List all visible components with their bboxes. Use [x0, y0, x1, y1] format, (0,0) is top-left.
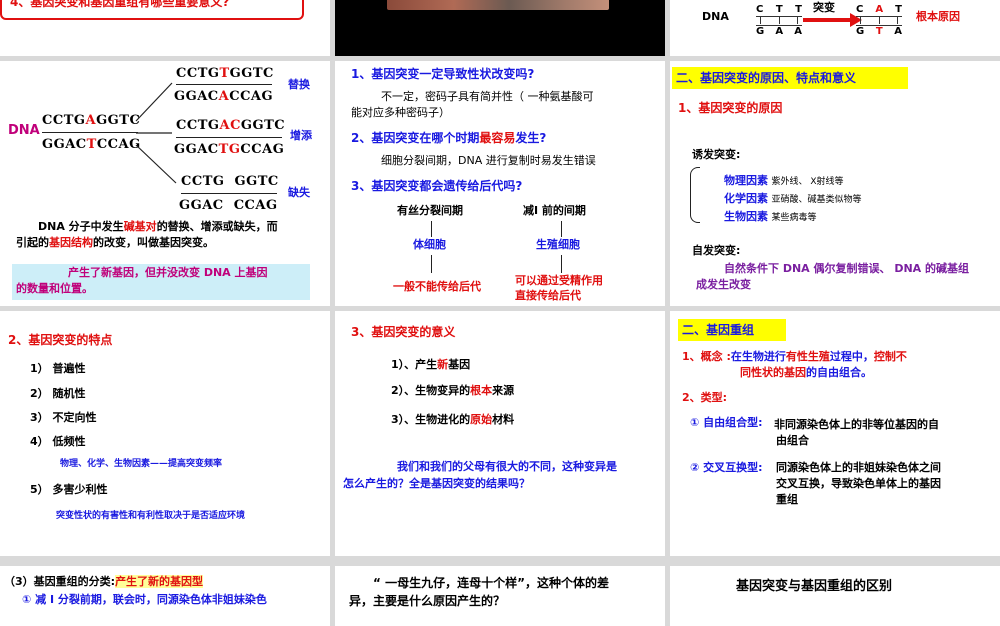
slide-4-substitution-label: 替换 [288, 78, 310, 91]
slide-9-type-2-line-1: 同源染色体上的非姐妹染色体之间 [776, 461, 941, 474]
slide-7-feature-5: 5） 多害少利性 [30, 483, 108, 496]
slide-8-title: 3、基因突变的意义 [351, 325, 456, 339]
slide-5-inherited-line-1: 可以通过受精作用 [515, 274, 603, 287]
slide-5-answer-1-line-1: 不一定，密码子具有简并性（ 一种氨基酸可 [381, 90, 594, 103]
slide-4-addition-divider [176, 137, 282, 138]
slide-10-line-2: ① 减 Ⅰ 分裂前期，联会时，同源染色体非姐妹染色 [22, 593, 267, 606]
slide-5-meiosis-interphase: 减Ⅰ 前的间期 [523, 204, 586, 217]
slide-5-answer-2: 细胞分裂间期，DNA 进行复制时易发生错误 [381, 154, 596, 167]
slide-4-deletion-label: 缺失 [288, 186, 310, 199]
slide-9-types-label: 2、类型: [682, 391, 728, 404]
slide-2-photo [387, 0, 609, 10]
slide-5-germ-cell: 生殖细胞 [536, 238, 580, 251]
slide-5-question-2: 2、基因突变在哪个时期最容易发生? [351, 131, 547, 145]
slide-4-deletion-divider [181, 193, 277, 194]
slide-4-deletion-top: CCTG GGTC [181, 174, 279, 189]
slide-4-definition-line-1: DNA 分子中发生碱基对的替换、增添或缺失，而 [38, 220, 278, 233]
slide-6-biological: 生物因素 某些病毒等 [724, 210, 817, 223]
slide-4-dna-label: DNA [8, 123, 40, 138]
slide-thumb-5[interactable]: 1、基因突变一定导致性状改变吗? 不一定，密码子具有简并性（ 一种氨基酸可 能对… [335, 61, 665, 306]
slide-5-not-inherited: 一般不能传给后代 [393, 280, 481, 293]
slide-5-somatic-cell: 体细胞 [413, 238, 446, 251]
slide-7-feature-5-note: 突变性状的有害性和有利性取决于是否适应环境 [56, 511, 246, 521]
slide-5-question-3: 3、基因突变都会遗传给后代吗? [351, 179, 523, 193]
slide-5-answer-1-line-2: 能对应多种密码子） [351, 106, 450, 119]
slide-3-arrow-label: 突变 [813, 1, 835, 14]
slide-thumb-4[interactable]: DNA CCTGAGGTC GGACTCCAG CCTGTGGTC GGACAC… [0, 61, 330, 306]
slide-8-meaning-2: 2）、生物变异的根本来源 [391, 384, 515, 397]
slide-7-title: 2、基因突变的特点 [8, 333, 113, 347]
slide-9-type-1-line-1: 非同源染色体上的非等位基因的自 [774, 418, 939, 431]
slide-6-chemical: 化学因素 亚硝酸、碱基类似物等 [724, 192, 862, 205]
slide-6-induced-label: 诱发突变: [692, 148, 741, 161]
slide-9-type-2-label: ② 交叉互换型: [690, 461, 763, 474]
slide-5-arrow-left-2 [431, 255, 432, 273]
slide-7-feature-1: 1） 普遍性 [30, 362, 86, 375]
slide-4-addition-label: 增添 [290, 129, 312, 142]
slide-5-inherited-line-2: 直接传给后代 [515, 289, 581, 302]
slide-5-mitosis-interphase: 有丝分裂间期 [397, 204, 463, 217]
slide-9-title: 二、基因重组 [682, 323, 755, 337]
slide-4-addition-top: CCTGACGGTC [176, 118, 286, 133]
slide-9-concept-line-1: 1、概念 :在生物进行有性生殖过程中，控制不 [682, 350, 907, 363]
slide-11-line-2: 异，主要是什么原因产生的？ [349, 594, 506, 608]
slide-11-line-1: “ 一母生九仔，连母十个样”，这种个体的差 [373, 576, 609, 590]
slide-7-feature-4-note: 物理、化学、生物因素——提高突变频率 [60, 459, 223, 469]
slide-1-title: 4、基因突变和基因重组有哪些重要意义? [10, 0, 230, 9]
slide-7-feature-3: 3） 不定向性 [30, 411, 97, 424]
slide-6-spontaneous-line-2: 成发生改变 [696, 278, 751, 291]
slide-4-original-bottom: GGACTCCAG [42, 137, 141, 152]
slide-thumb-1[interactable]: 4、基因突变和基因重组有哪些重要意义? [0, 0, 330, 56]
slide-3-root-cause: 根本原因 [916, 10, 960, 23]
slide-9-type-2-line-3: 重组 [776, 493, 798, 506]
slide-thumb-9[interactable]: 二、基因重组 1、概念 :在生物进行有性生殖过程中，控制不 同性状的基因的自由组… [670, 311, 1000, 556]
slide-4-definition-line-2: 引起的基因结构的改变，叫做基因突变。 [16, 236, 214, 249]
slide-4-note-line-1: 产生了新基因，但并没改变 DNA 上基因 [68, 266, 268, 279]
slide-4-substitution-top: CCTGTGGTC [176, 66, 274, 81]
slide-5-question-1: 1、基因突变一定导致性状改变吗? [351, 67, 535, 81]
slide-4-deletion-bottom: GGAC CCAG [179, 198, 278, 213]
slide-7-feature-4: 4） 低频性 [30, 435, 86, 448]
slide-12-title: 基因突变与基因重组的区别 [736, 579, 893, 594]
slide-4-addition-bottom: GGACTGCCAG [174, 142, 285, 157]
slide-8-question-line-1: 我们和我们的父母有很大的不同，这种变异是 [397, 460, 617, 473]
slide-thumb-12[interactable]: 基因突变与基因重组的区别 [670, 566, 1000, 626]
slide-6-title: 二、基因突变的原因、特点和意义 [676, 71, 857, 85]
slide-thumb-10[interactable]: （3）基因重组的分类:产生了新的基因型 ① 减 Ⅰ 分裂前期，联会时，同源染色体… [0, 566, 330, 626]
slide-thumb-11[interactable]: “ 一母生九仔，连母十个样”，这种个体的差 异，主要是什么原因产生的？ [335, 566, 665, 626]
slide-thumb-3[interactable]: DNA CTT GAA 突变 CAT GTA 根本原因 [670, 0, 1000, 56]
slide-8-meaning-3: 3）、生物进化的原始材料 [391, 413, 515, 426]
slide-4-original-divider [42, 132, 138, 133]
slide-7-feature-2: 2） 随机性 [30, 387, 86, 400]
slide-thumb-8[interactable]: 3、基因突变的意义 1）、产生新基因 2）、生物变异的根本来源 3）、生物进化的… [335, 311, 665, 556]
slide-6-brace [690, 167, 700, 223]
slide-8-question-line-2: 怎么产生的？全是基因突变的结果吗？ [343, 477, 530, 490]
slide-9-type-1-line-2: 由组合 [776, 434, 809, 447]
slide-9-type-1-label: ① 自由组合型: [690, 416, 763, 429]
slide-3-mutation-arrow [803, 18, 853, 22]
slide-6-subtitle: 1、基因突变的原因 [678, 101, 783, 115]
slide-3-before-pair: CTT GAA [756, 4, 802, 37]
slide-6-spontaneous-label: 自发突变: [692, 244, 741, 257]
slide-4-substitution-bottom: GGACACCAG [174, 89, 274, 104]
slide-4-original-top: CCTGAGGTC [42, 113, 141, 128]
slide-5-arrow-right-1 [561, 221, 562, 237]
slide-thumb-7[interactable]: 2、基因突变的特点 1） 普遍性 2） 随机性 3） 不定向性 4） 低频性 物… [0, 311, 330, 556]
slide-8-meaning-1: 1）、产生新基因 [391, 358, 471, 371]
slide-5-arrow-left-1 [431, 221, 432, 237]
slide-6-physical: 物理因素 紫外线、 X射线等 [724, 174, 844, 187]
slide-5-arrow-right-2 [561, 255, 562, 273]
slide-4-note-line-2: 的数量和位置。 [16, 282, 93, 295]
slide-6-spontaneous-line-1: 自然条件下 DNA 偶尔复制错误、 DNA 的碱基组 [724, 262, 970, 275]
slide-4-substitution-divider [176, 84, 272, 85]
slide-10-line-1: （3）基因重组的分类:产生了新的基因型 [4, 575, 204, 588]
slide-3-after-pair: CAT GTA [856, 4, 902, 37]
slide-9-concept-line-2: 同性状的基因的自由组合。 [740, 366, 872, 379]
slide-thumb-2[interactable] [335, 0, 665, 56]
slide-9-type-2-line-2: 交叉互换，导致染色单体上的基因 [776, 477, 941, 490]
slide-3-dna-label: DNA [702, 10, 729, 23]
slide-thumb-6[interactable]: 二、基因突变的原因、特点和意义 1、基因突变的原因 诱发突变: 物理因素 紫外线… [670, 61, 1000, 306]
